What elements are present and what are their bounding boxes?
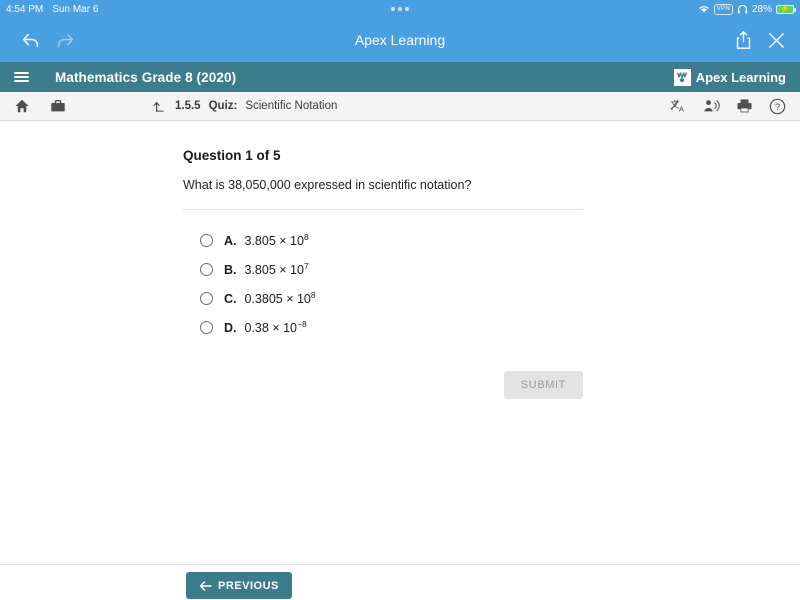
answer-choice-d[interactable]: D. 0.38 × 10−8 [183, 313, 800, 342]
answer-letter-a: A. [224, 233, 237, 248]
previous-button-label: PREVIOUS [218, 579, 279, 592]
apex-learning-brand-label: Apex Learning [695, 69, 786, 85]
answer-letter-b: B. [224, 262, 237, 277]
level-up-arrow-icon[interactable] [152, 99, 167, 114]
wifi-icon [698, 4, 710, 14]
breadcrumb-activity-code: 1.5.5 [175, 100, 201, 112]
course-header-bar: Mathematics Grade 8 (2020) Apex Learning [0, 62, 800, 92]
apex-learning-logo-icon [673, 68, 691, 86]
course-title: Mathematics Grade 8 (2020) [55, 69, 237, 85]
answer-text-a: 3.805 × 108 [244, 232, 309, 249]
browser-page-title: Apex Learning [354, 32, 446, 48]
breadcrumb-activity-kind: Quiz: [208, 100, 238, 112]
print-icon[interactable] [736, 98, 753, 114]
answer-choice-list: A. 3.805 × 108 B. 3.805 × 107 C. 0.3805 … [183, 226, 800, 342]
previous-button[interactable]: PREVIOUS [186, 572, 292, 599]
activity-toolbar-left [14, 98, 66, 114]
headphones-icon [737, 4, 748, 14]
breadcrumb-activity-name: Scientific Notation [245, 100, 338, 112]
activity-toolbar: 1.5.5 Quiz: Scientific Notation 文 A [0, 92, 800, 121]
answer-letter-d: D. [224, 320, 237, 335]
browser-toolbar-right [734, 30, 786, 50]
answer-text-d: 0.38 × 10−8 [244, 319, 307, 336]
answer-text-c: 0.3805 × 108 [244, 290, 316, 307]
submit-row: SUBMIT [183, 371, 583, 399]
translate-icon[interactable]: 文 A [670, 98, 687, 114]
breadcrumb: 1.5.5 Quiz: Scientific Notation [152, 99, 337, 114]
svg-text:A: A [679, 104, 685, 113]
browser-toolbar: Apex Learning [0, 18, 800, 62]
radio-button-d[interactable] [200, 321, 213, 334]
radio-button-c[interactable] [200, 292, 213, 305]
answer-choice-b[interactable]: B. 3.805 × 107 [183, 255, 800, 284]
status-time: 4:54 PM [6, 3, 44, 15]
answer-text-b: 3.805 × 107 [244, 261, 309, 278]
close-icon[interactable] [767, 31, 786, 50]
question-prompt: What is 38,050,000 expressed in scientif… [183, 178, 472, 192]
activity-navigation-bar: PREVIOUS [0, 564, 800, 600]
status-bar-right: VPN 28% ⚡ [698, 3, 796, 15]
apex-learning-brand: Apex Learning [673, 68, 786, 86]
radio-button-b[interactable] [200, 263, 213, 276]
answer-choice-a[interactable]: A. 3.805 × 108 [183, 226, 800, 255]
vpn-badge: VPN [713, 3, 733, 15]
battery-percent-label: 28% [751, 3, 772, 15]
home-icon[interactable] [14, 98, 30, 114]
status-bar-left: 4:54 PM Sun Mar 6 [6, 4, 98, 15]
svg-text:?: ? [775, 101, 780, 112]
activity-toolbar-right: 文 A ? [670, 98, 786, 115]
radio-button-a[interactable] [200, 234, 213, 247]
briefcase-icon[interactable] [50, 98, 66, 114]
left-arrow-icon [199, 580, 212, 592]
hamburger-menu-icon[interactable] [14, 72, 29, 82]
question-heading: Question 1 of 5 [183, 148, 281, 163]
forward-arrow-icon[interactable] [48, 23, 82, 57]
read-aloud-icon[interactable] [703, 98, 720, 114]
answer-choice-c[interactable]: C. 0.3805 × 108 [183, 284, 800, 313]
question-divider [183, 209, 583, 210]
status-date: Sun Mar 6 [52, 3, 99, 15]
question-content-area: Question 1 of 5 What is 38,050,000 expre… [0, 121, 800, 564]
ios-status-bar: 4:54 PM Sun Mar 6 VPN 28% ⚡ [0, 0, 800, 18]
answer-letter-c: C. [224, 291, 237, 306]
help-icon[interactable]: ? [769, 98, 786, 115]
back-arrow-icon[interactable] [14, 23, 48, 57]
share-icon[interactable] [734, 30, 753, 50]
submit-button[interactable]: SUBMIT [503, 371, 583, 399]
battery-charging-icon: ⚡ [776, 4, 796, 14]
multitasking-dots-icon[interactable] [391, 7, 409, 11]
